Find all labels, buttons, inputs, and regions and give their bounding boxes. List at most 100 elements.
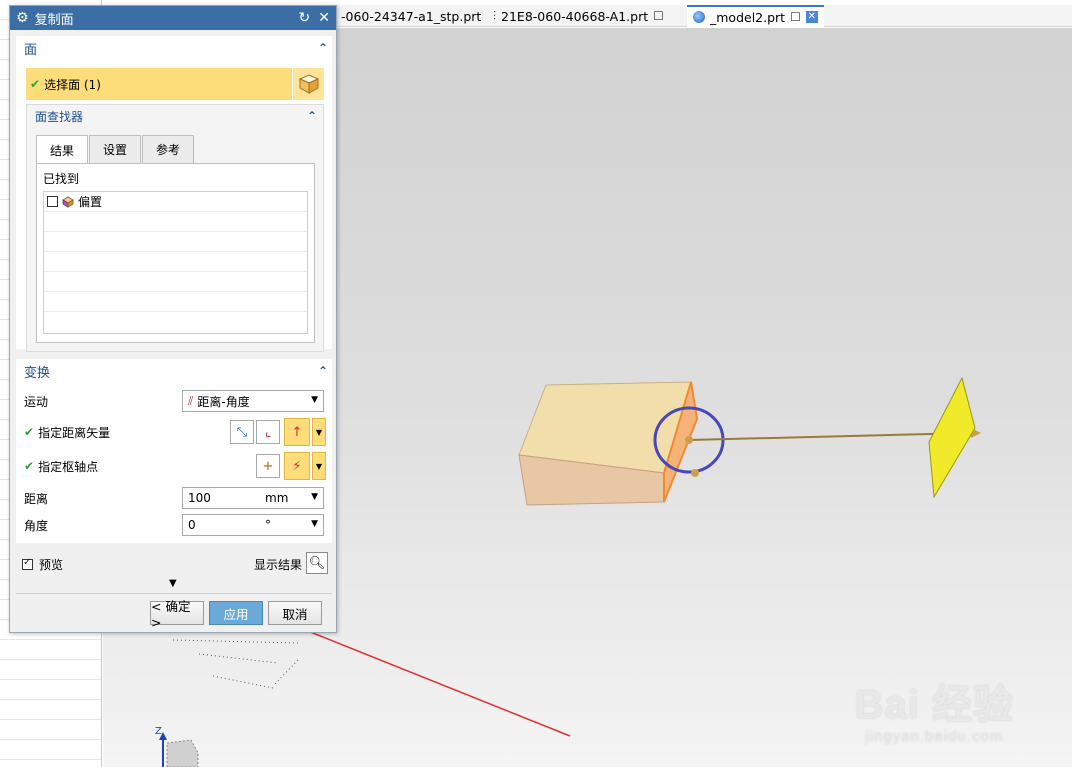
reset-icon[interactable]: ↻	[299, 10, 311, 26]
angle-label: 角度	[24, 518, 49, 533]
collapse-icon[interactable]: ⌃	[318, 41, 328, 55]
dialog-divider	[16, 593, 332, 594]
distance-vector-label-wrap: ✔ 指定距离矢量	[24, 424, 174, 441]
finder-tabs: 结果 设置 参考	[36, 135, 195, 164]
face-finder-header[interactable]: 面查找器 ⌃	[27, 105, 323, 127]
item-label: 偏置	[78, 195, 103, 209]
doc-tab-3[interactable]: _model2.prt ☐ ✕	[687, 5, 824, 27]
angle-value: 0	[188, 518, 196, 532]
check-icon: ✔	[24, 459, 35, 473]
vector-icon: ⤡	[236, 424, 248, 440]
face-section-title: 面	[24, 42, 38, 58]
distance-label: 距离	[24, 491, 49, 506]
inferred-vector-button[interactable]: ↑	[284, 418, 310, 446]
face-section-header[interactable]: 面 ⌃	[16, 36, 332, 60]
list-item[interactable]: 偏置	[44, 192, 307, 212]
face-finder-title: 面查找器	[35, 109, 84, 124]
watermark: Bai 经验 jingyan.baidu.com	[855, 672, 1014, 745]
gear-icon[interactable]: ⚙	[16, 10, 29, 26]
face-selector-button[interactable]	[292, 68, 324, 100]
edit-icon: ☐	[653, 9, 664, 23]
doc-tab-label: _model2.prt	[710, 9, 786, 25]
tab-reference[interactable]: 参考	[142, 135, 195, 163]
dialog-title: 复制面	[34, 12, 74, 28]
close-tab-icon[interactable]: ✕	[805, 11, 818, 23]
transform-section: 变换 ⌃ 运动 ⫽ 距离-角度 ▼ ✔ 指定距离矢量 ⤡ ⌞ ↑ ▼ ✔ 指定枢…	[16, 359, 332, 543]
select-face-label: 选择面 (1)	[44, 77, 101, 92]
pivot-label: 指定枢轴点	[38, 459, 99, 474]
distance-row: 距离 100 mm ▼	[24, 485, 324, 511]
list-item-empty	[44, 212, 307, 232]
distance-angle-icon: ⫽	[188, 393, 194, 408]
preview-label: 预览	[39, 557, 64, 572]
view-cube	[166, 739, 199, 767]
collapse-icon[interactable]: ⌃	[307, 109, 317, 123]
chevron-down-icon: ▼	[311, 395, 318, 405]
point-icon: +	[262, 458, 274, 474]
found-list: 偏置	[43, 191, 308, 334]
show-result-button[interactable]: 🔍︎	[306, 552, 328, 574]
check-icon: ✔	[30, 77, 41, 91]
point-dialog-button[interactable]: +	[256, 454, 280, 478]
watermark-logo: Bai 经验	[854, 683, 1014, 727]
inferred-point-button[interactable]: ⚡	[284, 452, 310, 480]
collapse-icon[interactable]: ⌃	[318, 364, 328, 378]
magnifier-icon: 🔍︎	[308, 555, 326, 571]
found-label: 已找到	[43, 172, 80, 186]
vector-constructor-button[interactable]: ⤡	[230, 420, 254, 444]
z-axis-label: Z	[155, 726, 162, 737]
more-options-icon[interactable]: ▼	[169, 578, 177, 589]
motion-select[interactable]: ⫽ 距离-角度 ▼	[182, 390, 324, 412]
vector-dialog-button[interactable]: ⌞	[256, 420, 280, 444]
show-result-label: 显示结果	[253, 557, 302, 572]
offset-face-icon	[62, 196, 74, 208]
tab-settings[interactable]: 设置	[89, 135, 142, 163]
watermark-url: jingyan.baidu.com	[865, 728, 1004, 745]
results-panel: 已找到 偏置	[36, 163, 315, 343]
motion-value: 距离-角度	[197, 394, 250, 409]
edit-icon: ☐	[790, 10, 801, 24]
distance-unit: mm	[265, 491, 289, 505]
check-icon: ✔	[24, 425, 35, 439]
close-icon[interactable]: ✕	[318, 10, 330, 26]
angle-input[interactable]: 0 ° ▼	[182, 514, 324, 536]
doc-tab-2[interactable]: ⫶ 21E8-060-40668-A1.prt ☐	[487, 5, 670, 27]
cube-icon	[298, 74, 319, 94]
apply-button[interactable]: 应用	[209, 601, 263, 625]
chevron-down-icon: ▼	[311, 519, 318, 529]
dialog-titlebar: ⚙ 复制面 ↻ ✕	[10, 6, 336, 30]
list-item-empty	[44, 252, 307, 272]
copy-face-dialog: ⚙ 复制面 ↻ ✕ 面 ⌃ ✔ 选择面 (1) 面查找器 ⌃ 结果 设置 参考 …	[9, 5, 337, 633]
part-icon: ⫶	[493, 8, 497, 23]
doc-tab-1[interactable]: -060-24347-a1_stp.prt	[335, 5, 487, 27]
doc-tab-label: 21E8-060-40668-A1.prt	[501, 8, 649, 24]
motion-label: 运动	[24, 394, 49, 409]
list-item-empty	[44, 232, 307, 252]
distance-vector-row: ✔ 指定距离矢量 ⤡ ⌞ ↑ ▼	[24, 418, 326, 446]
ok-button[interactable]: < 确定 >	[150, 599, 204, 630]
preview-row: 预览 显示结果 🔍︎	[22, 552, 328, 576]
chevron-down-icon: ▼	[311, 492, 318, 502]
motion-row: 运动 ⫽ 距离-角度 ▼	[24, 388, 324, 414]
pivot-label-wrap: ✔ 指定枢轴点	[24, 458, 174, 475]
list-item-empty	[44, 312, 307, 332]
sketch-dots	[172, 639, 299, 689]
distance-input[interactable]: 100 mm ▼	[182, 487, 324, 509]
preview-checkbox[interactable]	[22, 557, 33, 570]
ring-handle	[691, 469, 699, 477]
face-section: 面 ⌃ ✔ 选择面 (1) 面查找器 ⌃ 结果 设置 参考 已找到 偏置	[16, 36, 332, 352]
vector-dropdown[interactable]: ▼	[312, 418, 326, 446]
distance-vector-label: 指定距离矢量	[38, 425, 111, 440]
item-checkbox[interactable]	[47, 196, 58, 207]
transform-section-header[interactable]: 变换 ⌃	[16, 359, 332, 383]
model-icon	[693, 11, 705, 23]
cancel-button[interactable]: 取消	[268, 601, 322, 625]
pivot-row: ✔ 指定枢轴点 + ⚡ ▼	[24, 452, 326, 480]
select-face-row[interactable]: ✔ 选择面 (1)	[26, 68, 324, 100]
list-item-empty	[44, 272, 307, 292]
arrow-up-icon: ↑	[291, 424, 303, 440]
point-dropdown[interactable]: ▼	[312, 452, 326, 480]
tab-results[interactable]: 结果	[36, 135, 89, 164]
document-tab-bar: -060-24347-a1_stp.prt ⫶ 21E8-060-40668-A…	[335, 5, 1072, 27]
origin-handle	[685, 436, 693, 444]
